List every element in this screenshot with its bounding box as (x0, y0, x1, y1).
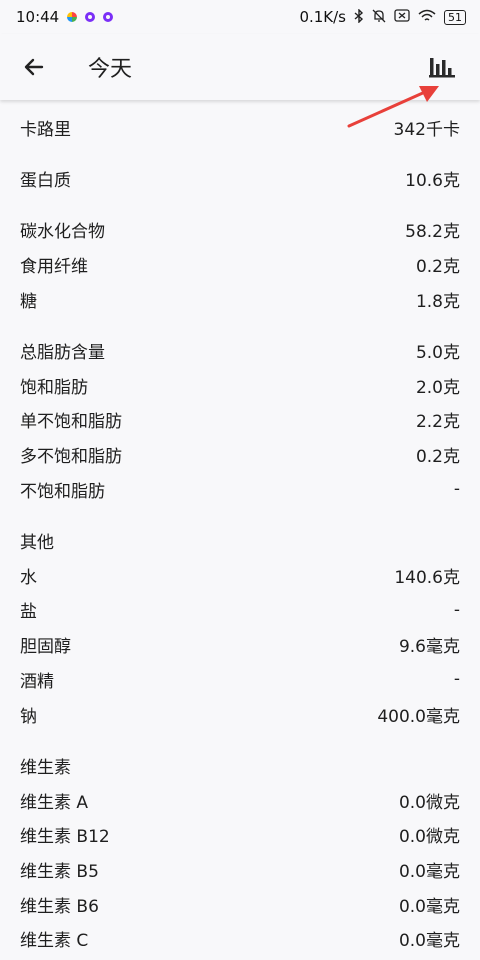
section-title-vitamins: 维生素 (20, 757, 71, 778)
bluetooth-icon (354, 7, 364, 26)
chart-button[interactable] (418, 43, 466, 91)
list-item-salt: 盐 - (0, 593, 480, 628)
list-item-sodium: 钠 400.0毫克 (0, 697, 480, 732)
item-value: 140.6克 (394, 567, 460, 588)
item-value: 342千卡 (393, 119, 460, 140)
item-value: 2.2克 (415, 412, 460, 433)
list-item-protein: 蛋白质 10.6克 (0, 161, 480, 196)
nutrition-list: 卡路里 342千卡 蛋白质 10.6克 碳水化合物 58.2克 食用纤维 0.2… (0, 100, 480, 956)
divider-gap (0, 507, 480, 524)
network-speed: 0.1K/s (299, 8, 346, 26)
list-item-carbs: 碳水化合物 58.2克 (0, 213, 480, 248)
divider-gap (0, 145, 480, 162)
page-title: 今天 (88, 57, 133, 82)
item-label: 食用纤维 (20, 257, 88, 278)
app-notification-icon (103, 12, 114, 22)
item-value: 1.8克 (415, 291, 460, 312)
item-label: 胆固醇 (20, 637, 71, 658)
item-value: 400.0毫克 (377, 706, 460, 727)
item-value: - (453, 479, 460, 500)
list-item-total-fat: 总脂肪含量 5.0克 (0, 333, 480, 368)
list-item-polyunsaturated-fat: 多不饱和脂肪 0.2克 (0, 437, 480, 472)
list-item-vitamin-b6: 维生素 B6 0.0毫克 (0, 887, 480, 922)
list-item-water: 水 140.6克 (0, 558, 480, 593)
item-value: 0.0毫克 (398, 861, 460, 882)
list-item-alcohol: 酒精 - (0, 662, 480, 697)
item-value: 0.0微克 (398, 827, 460, 848)
list-item-monounsaturated-fat: 单不饱和脂肪 2.2克 (0, 403, 480, 438)
item-label: 饱和脂肪 (20, 377, 88, 398)
list-item-fiber: 食用纤维 0.2克 (0, 247, 480, 282)
app-notification-icon (85, 12, 96, 22)
status-time: 10:44 (16, 8, 60, 26)
status-right: 0.1K/s 51 (299, 7, 466, 26)
item-value: 10.6克 (405, 171, 460, 192)
item-label: 多不饱和脂肪 (20, 447, 122, 468)
item-label: 盐 (20, 602, 37, 623)
list-item-vitamin-c: 维生素 C 0.0毫克 (0, 921, 480, 956)
item-label: 维生素 B12 (20, 827, 110, 848)
item-value: - (453, 669, 460, 690)
item-label: 糖 (20, 291, 37, 312)
item-value: 0.2克 (415, 257, 460, 278)
item-label: 维生素 C (20, 931, 89, 952)
item-value: 9.6毫克 (398, 637, 460, 658)
arrow-left-icon (24, 58, 44, 76)
list-item-vitamin-b12: 维生素 B12 0.0微克 (0, 817, 480, 852)
item-label: 不饱和脂肪 (20, 481, 105, 502)
list-item-calories: 卡路里 342千卡 (0, 110, 480, 145)
sim-off-icon (394, 9, 410, 25)
list-item-saturated-fat: 饱和脂肪 2.0克 (0, 368, 480, 403)
item-label: 蛋白质 (20, 171, 71, 192)
mute-bell-icon (372, 9, 386, 26)
item-value: 58.2克 (405, 222, 460, 243)
item-label: 酒精 (20, 671, 54, 692)
section-title-other: 其他 (20, 533, 54, 554)
wifi-icon (418, 9, 436, 26)
item-label: 碳水化合物 (20, 222, 105, 243)
item-label: 维生素 A (20, 792, 89, 813)
item-label: 水 (20, 567, 37, 588)
item-label: 卡路里 (20, 119, 71, 140)
app-bar: 今天 (0, 34, 480, 100)
list-item-sugar: 糖 1.8克 (0, 282, 480, 317)
divider-gap (0, 317, 480, 334)
list-item-unsaturated-fat: 不饱和脂肪 - (0, 472, 480, 507)
list-item-cholesterol: 胆固醇 9.6毫克 (0, 627, 480, 662)
list-item-vitamin-a: 维生素 A 0.0微克 (0, 783, 480, 818)
status-bar: 10:44 0.1K/s 51 (0, 0, 480, 34)
bar-chart-icon (429, 58, 455, 78)
item-label: 单不饱和脂肪 (20, 412, 122, 433)
item-label: 维生素 B6 (20, 896, 99, 917)
item-label: 维生素 B5 (20, 861, 99, 882)
item-value: - (453, 599, 460, 620)
battery-icon: 51 (444, 9, 466, 25)
item-label: 总脂肪含量 (20, 343, 105, 364)
app-notification-icon (67, 12, 78, 22)
item-value: 5.0克 (415, 343, 460, 364)
item-value: 2.0克 (415, 377, 460, 398)
divider-gap (0, 196, 480, 213)
item-value: 0.0毫克 (398, 931, 460, 952)
item-value: 0.0毫克 (398, 896, 460, 917)
item-value: 0.2克 (415, 447, 460, 468)
divider-gap (0, 731, 480, 748)
item-value: 0.0微克 (398, 792, 460, 813)
status-left: 10:44 (16, 8, 114, 26)
item-label: 钠 (20, 706, 37, 727)
back-button[interactable] (0, 34, 68, 100)
list-item-vitamin-b5: 维生素 B5 0.0毫克 (0, 852, 480, 887)
